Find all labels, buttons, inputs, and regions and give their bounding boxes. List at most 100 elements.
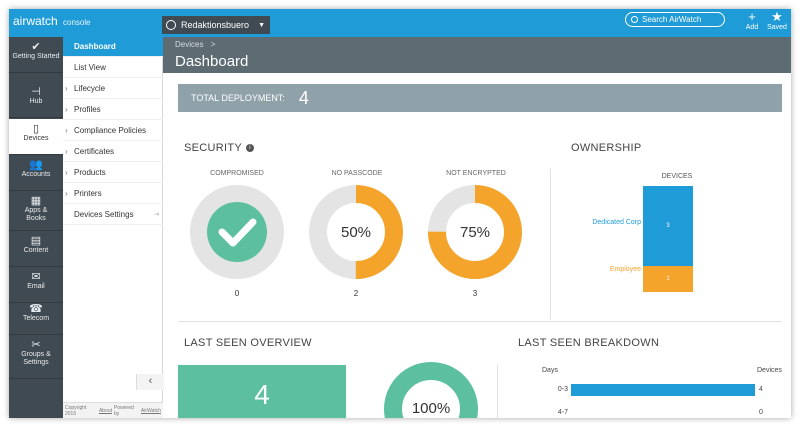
copyright-text: Copyright 2015 xyxy=(65,404,87,417)
chevron-right-icon: › xyxy=(65,168,68,177)
page-title: Dashboard xyxy=(175,53,249,70)
submenu-label: Lifecycle xyxy=(74,84,106,93)
breakdown-range-4-7: 4-7 xyxy=(557,409,568,416)
submenu-dashboard[interactable]: Dashboard xyxy=(63,37,163,57)
submenu-label: Dashboard xyxy=(74,42,116,51)
star-icon: ★ xyxy=(771,9,783,24)
hub-icon: ⊣ xyxy=(31,86,41,98)
nav-getting-started[interactable]: ✔ Getting Started xyxy=(9,37,63,73)
ownership-employee-value: 1 xyxy=(666,275,670,282)
nav-label: Devices xyxy=(23,135,49,142)
search-icon xyxy=(631,16,638,23)
submenu-profiles[interactable]: › Profiles xyxy=(63,100,163,120)
no-passcode-donut[interactable]: 50% xyxy=(306,184,406,284)
airwatch-console: airwatch console Redaktionsbuero ▼ Searc… xyxy=(9,9,791,418)
ownership-dedicated-bar[interactable]: 3 xyxy=(643,186,693,266)
no-passcode-label: NO PASSCODE xyxy=(331,170,383,177)
submenu-label: List View xyxy=(74,63,106,72)
submenu-label: Certificates xyxy=(74,147,115,156)
search-box[interactable]: Search AirWatch xyxy=(625,12,725,27)
no-passcode-percent: 50% xyxy=(341,224,371,241)
total-deployment-bar: TOTAL DEPLOYMENT: 4 xyxy=(178,84,782,112)
submenu-lifecycle[interactable]: › Lifecycle xyxy=(63,79,163,99)
nav-content[interactable]: ▤ Content xyxy=(9,231,63,267)
page-header: Devices > Dashboard xyxy=(163,37,791,73)
not-encrypted-percent: 75% xyxy=(460,224,490,241)
submenu-products[interactable]: › Products xyxy=(63,163,163,183)
primary-nav: ✔ Getting Started ⊣ Hub ▯ Devices 👥 Acco… xyxy=(9,37,63,418)
compromised-donut[interactable] xyxy=(187,184,287,284)
ownership-devices-header: DEVICES xyxy=(661,173,693,180)
top-bar: airwatch console Redaktionsbuero ▼ Searc… xyxy=(9,9,791,37)
not-encrypted-count[interactable]: 3 xyxy=(465,289,485,298)
submenu-certificates[interactable]: › Certificates xyxy=(63,142,163,162)
airwatch-logo[interactable]: airwatch xyxy=(13,14,58,28)
total-deployment-value[interactable]: 4 xyxy=(299,88,309,109)
nav-accounts[interactable]: 👥 Accounts xyxy=(9,155,63,191)
nav-telecom[interactable]: ☎ Telecom xyxy=(9,299,63,335)
globe-icon xyxy=(166,20,176,30)
check-icon: ✔ xyxy=(31,41,41,53)
submenu-printers[interactable]: › Printers xyxy=(63,184,163,204)
chevron-right-icon: › xyxy=(65,126,68,135)
chevron-right-icon: › xyxy=(65,147,68,156)
chevron-left-icon: ‹ xyxy=(148,375,153,387)
submenu-list-view[interactable]: List View xyxy=(63,58,163,78)
nav-groups-settings[interactable]: ✂ Groups & Settings xyxy=(9,335,63,379)
compromised-label: COMPROMISED xyxy=(210,170,264,177)
powered-by-text: Powered by xyxy=(114,404,134,417)
divider xyxy=(497,365,498,418)
breakdown-count-0-3: 4 xyxy=(759,386,763,393)
chevron-right-icon: › xyxy=(65,84,68,93)
telephone-icon: ☎ xyxy=(29,303,43,315)
chevron-down-icon: ▼ xyxy=(258,21,265,29)
devices-submenu: Dashboard List View › Lifecycle › Profil… xyxy=(63,37,163,418)
breakdown-devices-header: Devices xyxy=(757,367,782,374)
nav-label: Telecom xyxy=(22,315,50,322)
breakdown-days-header: Days xyxy=(542,367,558,374)
breakdown-count-4-7: 0 xyxy=(759,409,763,416)
compromised-count[interactable]: 0 xyxy=(227,289,247,298)
nav-hub[interactable]: ⊣ Hub xyxy=(9,82,63,118)
submenu-label: Printers xyxy=(74,189,102,198)
last-seen-donut[interactable]: 100% xyxy=(381,359,481,418)
nav-label: Email xyxy=(27,283,45,290)
security-title-text: SECURITY xyxy=(184,142,243,154)
nav-devices[interactable]: ▯ Devices xyxy=(9,119,63,155)
envelope-icon: ✉ xyxy=(31,271,41,283)
add-label: Add xyxy=(745,24,759,31)
last-seen-breakdown-title: LAST SEEN BREAKDOWN xyxy=(518,337,660,349)
about-link[interactable]: About xyxy=(99,408,112,414)
chevron-right-icon: › xyxy=(65,105,68,114)
ownership-employee-bar[interactable]: 1 xyxy=(643,265,693,292)
nav-label: Content xyxy=(23,247,49,254)
section-divider xyxy=(178,321,782,322)
saved-button[interactable]: ★ Saved xyxy=(765,9,789,37)
chevron-right-icon: › xyxy=(65,189,68,198)
security-title: SECURITY i xyxy=(184,142,255,154)
add-button[interactable]: + Add xyxy=(740,9,764,37)
last-seen-total-tile[interactable]: 4 xyxy=(178,365,346,418)
not-encrypted-donut[interactable]: 75% xyxy=(425,184,525,284)
phone-icon: ▯ xyxy=(32,123,40,135)
collapse-menu-button[interactable]: ‹ xyxy=(136,374,164,390)
divider xyxy=(550,169,551,319)
saved-label: Saved xyxy=(767,24,787,31)
footer: Copyright 2015 About Powered by AirWatch xyxy=(63,402,163,418)
submenu-devices-settings[interactable]: Devices Settings ⇥ xyxy=(63,205,163,225)
compromised-ok-circle xyxy=(207,202,267,262)
airwatch-link[interactable]: AirWatch xyxy=(141,408,161,414)
info-icon[interactable]: i xyxy=(246,144,255,153)
breakdown-bar-0-3[interactable] xyxy=(571,384,755,396)
document-icon: ▤ xyxy=(30,235,42,247)
nav-apps-books[interactable]: ▦ Apps & Books xyxy=(9,191,63,231)
organization-group-select[interactable]: Redaktionsbuero ▼ xyxy=(162,16,270,34)
nav-label: Apps & Books xyxy=(24,207,48,222)
no-passcode-count[interactable]: 2 xyxy=(346,289,366,298)
breadcrumb-devices[interactable]: Devices xyxy=(175,40,203,49)
organization-name: Redaktionsbuero xyxy=(181,20,250,30)
submenu-compliance-policies[interactable]: › Compliance Policies xyxy=(63,121,163,141)
nav-email[interactable]: ✉ Email xyxy=(9,267,63,303)
pin-icon[interactable]: ⇥ xyxy=(154,211,159,218)
search-placeholder: Search AirWatch xyxy=(642,15,702,24)
